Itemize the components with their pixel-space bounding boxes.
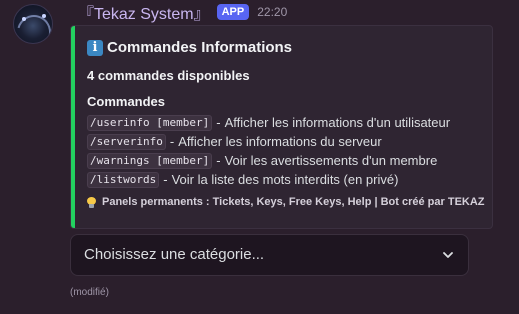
info-icon: i: [87, 39, 103, 56]
command-code: /warnings [member]: [87, 152, 213, 169]
command-item: /userinfo [member] - Afficher les inform…: [87, 113, 450, 132]
command-description: Afficher les informations d'un utilisate…: [224, 115, 451, 130]
embed-accent-bar: [71, 26, 75, 228]
command-separator: -: [216, 153, 221, 168]
avatar-arc-graphic: [14, 8, 52, 43]
message-header: 『Tekaz System』 APP 22:20: [78, 0, 287, 24]
embed-card: i Commandes Informations 4 commandes dis…: [70, 25, 493, 229]
embed-footer: Panels permanents : Tickets, Keys, Free …: [87, 196, 485, 208]
category-select-menu[interactable]: Choisissez une catégorie...: [70, 234, 469, 276]
command-separator: -: [216, 115, 221, 130]
command-code: /listwords: [87, 171, 160, 188]
embed-title-text: Commandes Informations: [107, 39, 293, 56]
edited-label: (modifié): [70, 287, 109, 298]
select-placeholder: Choisissez une catégorie...: [84, 246, 265, 263]
embed-footer-text: Panels permanents : Tickets, Keys, Free …: [102, 196, 485, 208]
embed-title: i Commandes Informations: [87, 39, 292, 56]
command-list: /userinfo [member] - Afficher les inform…: [87, 113, 450, 189]
timestamp[interactable]: 22:20: [257, 5, 287, 19]
command-description: Voir les avertissements d'un membre: [224, 153, 438, 168]
app-badge: APP: [216, 4, 250, 20]
command-separator: -: [169, 134, 175, 149]
command-item: /serverinfo - Afficher les informations …: [87, 132, 450, 151]
avatar-star-graphic: [22, 17, 26, 21]
command-description: Voir la liste des mots interdits (en pri…: [171, 172, 399, 187]
avatar[interactable]: [13, 4, 53, 44]
chevron-down-icon: [443, 252, 453, 258]
command-item: /listwords - Voir la liste des mots inte…: [87, 170, 450, 189]
command-item: /warnings [member] - Voir les avertissem…: [87, 151, 450, 170]
command-code: /serverinfo: [87, 133, 166, 150]
embed-subtitle: 4 commandes disponibles: [87, 68, 250, 83]
lightbulb-icon: [87, 196, 96, 208]
command-separator: -: [163, 172, 168, 187]
avatar-star-graphic: [42, 14, 46, 18]
command-description: Afficher les informations du serveur: [178, 134, 382, 149]
bot-message: 『Tekaz System』 APP 22:20 i Commandes Inf…: [0, 0, 519, 314]
command-code: /userinfo [member]: [87, 114, 213, 131]
username[interactable]: 『Tekaz System』: [78, 0, 210, 24]
embed-field-name: Commandes: [87, 94, 166, 109]
